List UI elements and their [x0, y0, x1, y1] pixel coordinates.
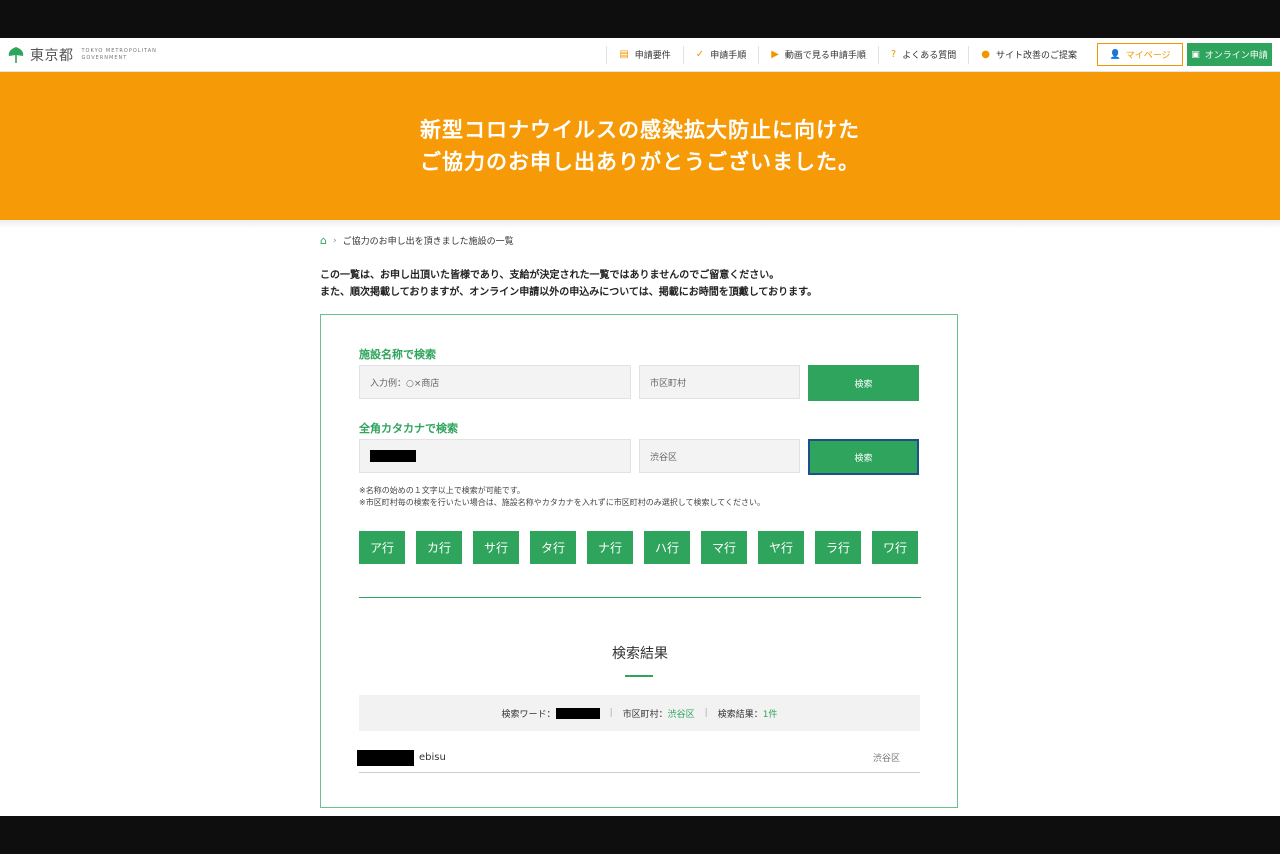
breadcrumb-separator: › — [332, 235, 337, 246]
section-divider — [359, 597, 921, 598]
facility-ward: 渋谷区 — [872, 754, 900, 764]
question-icon: ? — [890, 49, 897, 60]
ward-value: 渋谷区 — [667, 709, 695, 720]
hero-shadow — [0, 220, 1280, 228]
kana-button-ma[interactable]: マ行 — [701, 531, 747, 564]
form-icon: ▣ — [1191, 49, 1200, 60]
breadcrumb: ⌂ › ご協力のお申し出を頂きました施設の一覧 — [320, 234, 960, 247]
kana-button-ha[interactable]: ハ行 — [644, 531, 690, 564]
kana-button-na[interactable]: ナ行 — [587, 531, 633, 564]
logo-subtext: TOKYO METROPOLITAN GOVERNMENT — [81, 47, 157, 61]
nav-site-feedback[interactable]: ● サイト改善のご提案 — [968, 45, 1089, 64]
nav-video-procedure[interactable]: ▶ 動画で見る申請手順 — [758, 45, 878, 64]
redacted-facility-name — [357, 749, 414, 766]
hero-line-1: 新型コロナウイルスの感染拡大防止に向けた — [420, 118, 860, 142]
ward-select-name[interactable]: 市区町村 — [639, 365, 800, 399]
user-icon: 👤 — [1109, 49, 1121, 60]
search-kana-button[interactable]: 検索 — [808, 439, 919, 475]
logo-text: 東京都 — [30, 47, 74, 64]
breadcrumb-current: ご協力のお申し出を頂きました施設の一覧 — [342, 237, 514, 247]
search-kana-label: 全角カタカナで検索 — [359, 422, 458, 435]
video-icon: ▶ — [771, 49, 779, 60]
results-summary: 検索ワード： | 市区町村： 渋谷区 | 検索結果： 1件 — [359, 695, 920, 731]
ward-select-kana[interactable]: 渋谷区 — [639, 439, 800, 473]
ward-label: 市区町村： — [622, 709, 668, 720]
online-application-button[interactable]: ▣ オンライン申請 — [1187, 43, 1272, 66]
results-title: 検索結果 — [612, 646, 668, 662]
chat-icon: ● — [981, 49, 990, 60]
bottom-letterbox — [0, 816, 1280, 854]
notice-text: この一覧は、お申し出頂いた皆様であり、支給が決定された一覧ではありませんのでご留… — [320, 270, 818, 298]
count-value: 1件 — [762, 709, 778, 720]
kana-row-buttons: ア行 カ行 サ行 タ行 ナ行 ハ行 マ行 ヤ行 ラ行 ワ行 — [359, 531, 929, 564]
check-icon: ✓ — [695, 49, 705, 60]
hero-banner: 新型コロナウイルスの感染拡大防止に向けた ご協力のお申し出ありがとうございました… — [0, 72, 1280, 220]
nav-requirements[interactable]: ▤ 申請要件 — [606, 45, 682, 64]
document-icon: ▤ — [619, 49, 629, 60]
results-title-underline — [625, 675, 653, 677]
search-notes: ※名称の始めの１文字以上で検索が可能です。 ※市区町村毎の検索を行いたい場合は、… — [359, 486, 765, 507]
main-nav: ▤ 申請要件 ✓ 申請手順 ▶ 動画で見る申請手順 ? よくある質問 ● サイト… — [606, 38, 1280, 72]
site-header: 東京都 TOKYO METROPOLITAN GOVERNMENT ▤ 申請要件… — [0, 38, 1280, 72]
search-name-label: 施設名称で検索 — [359, 348, 436, 361]
kana-button-ra[interactable]: ラ行 — [815, 531, 861, 564]
redacted-text — [370, 450, 416, 462]
home-icon[interactable]: ⌂ — [320, 234, 327, 247]
kana-button-wa[interactable]: ワ行 — [872, 531, 918, 564]
kana-button-ya[interactable]: ヤ行 — [758, 531, 804, 564]
hero-line-2: ご協力のお申し出ありがとうございました。 — [420, 150, 860, 174]
kana-input[interactable] — [359, 439, 631, 473]
kana-button-sa[interactable]: サ行 — [473, 531, 519, 564]
kana-button-ka[interactable]: カ行 — [416, 531, 462, 564]
facility-name-suffix: ebisu — [419, 752, 446, 763]
kana-button-ta[interactable]: タ行 — [530, 531, 576, 564]
mypage-button[interactable]: 👤 マイページ — [1097, 43, 1183, 66]
result-row[interactable]: ebisu 渋谷区 — [357, 743, 920, 773]
redacted-search-word — [555, 707, 600, 719]
search-panel: 施設名称で検索 入力例：○×商店 市区町村 検索 全角カタカナで検索 渋谷区 検… — [320, 314, 958, 808]
nav-procedure[interactable]: ✓ 申請手順 — [682, 45, 758, 64]
search-name-button[interactable]: 検索 — [808, 365, 919, 401]
tokyo-logo[interactable]: 東京都 TOKYO METROPOLITAN GOVERNMENT — [6, 45, 157, 65]
main-content: ⌂ › ご協力のお申し出を頂きました施設の一覧 この一覧は、お申し出頂いた皆様で… — [320, 234, 960, 808]
search-word-label: 検索ワード： — [501, 709, 556, 720]
nav-faq[interactable]: ? よくある質問 — [877, 45, 968, 64]
count-label: 検索結果： — [717, 709, 763, 720]
kana-button-a[interactable]: ア行 — [359, 531, 405, 564]
facility-name-input[interactable]: 入力例：○×商店 — [359, 365, 631, 399]
page: 東京都 TOKYO METROPOLITAN GOVERNMENT ▤ 申請要件… — [0, 38, 1280, 816]
ginkgo-icon — [8, 46, 24, 63]
top-letterbox — [0, 0, 1280, 38]
